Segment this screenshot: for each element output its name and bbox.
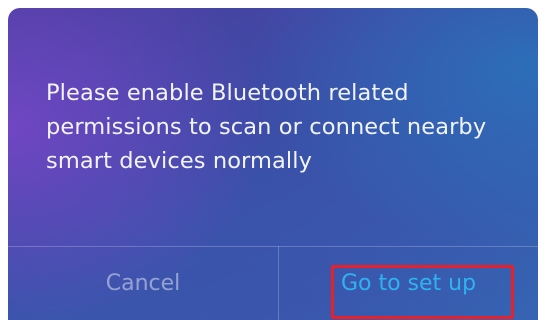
cancel-button[interactable]: Cancel	[8, 247, 278, 320]
dialog-message: Please enable Bluetooth related permissi…	[46, 80, 487, 174]
bluetooth-permission-dialog: Please enable Bluetooth related permissi…	[8, 8, 538, 320]
screen: Please enable Bluetooth related permissi…	[0, 0, 546, 320]
go-to-setup-button[interactable]: Go to set up	[279, 247, 538, 320]
